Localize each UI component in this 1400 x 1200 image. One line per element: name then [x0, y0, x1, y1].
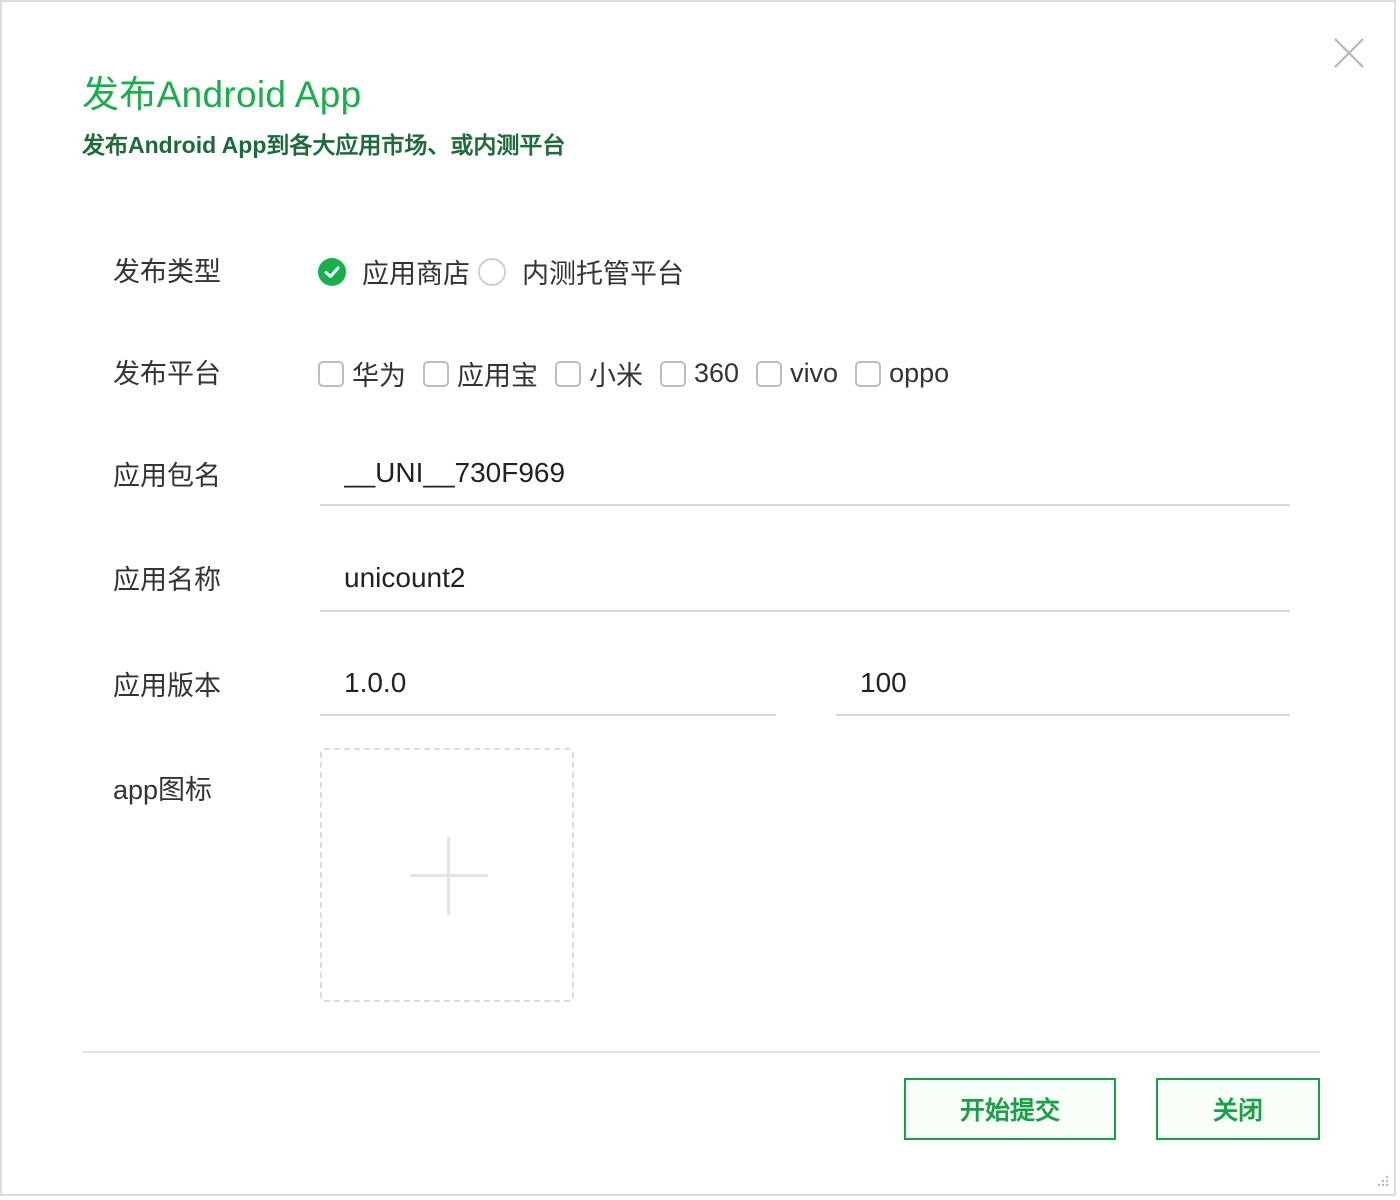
close-icon[interactable]	[1332, 36, 1366, 70]
checkbox-box[interactable]	[756, 360, 783, 387]
checkbox-vivo[interactable]: vivo	[756, 358, 855, 389]
checkbox-box[interactable]	[318, 360, 344, 387]
radio-label: 内测托管平台	[522, 259, 684, 289]
publish-dialog: 发布Android App 发布Android App到各大应用市场、或内测平台…	[0, 0, 1396, 1196]
radio-unchecked-icon[interactable]	[478, 257, 506, 286]
version-name-field	[320, 652, 776, 716]
close-button[interactable]: 关闭	[1156, 1078, 1320, 1140]
app-name-label: 应用名称	[113, 565, 221, 595]
icon-upload-area[interactable]	[320, 748, 574, 1002]
version-code-field	[836, 652, 1290, 716]
checkbox-label: oppo	[889, 358, 950, 388]
footer-divider	[82, 1051, 1320, 1053]
checkbox-label: 华为	[352, 361, 406, 391]
version-code-input[interactable]	[836, 652, 1290, 714]
app-icon-label: app图标	[113, 775, 213, 805]
radio-checked-icon[interactable]	[318, 257, 346, 286]
submit-button[interactable]: 开始提交	[904, 1078, 1116, 1140]
radio-beta-platform[interactable]: 内测托管平台	[478, 252, 692, 291]
checkbox-oppo[interactable]: oppo	[855, 358, 966, 389]
checkbox-xiaomi[interactable]: 小米	[555, 354, 660, 393]
dialog-title: 发布Android App	[82, 74, 362, 115]
checkbox-label: 小米	[589, 361, 643, 391]
checkbox-label: vivo	[790, 358, 839, 388]
checkbox-360[interactable]: 360	[660, 358, 756, 389]
checkbox-yingyongbao[interactable]: 应用宝	[423, 354, 555, 393]
version-label: 应用版本	[113, 671, 221, 701]
publish-type-label: 发布类型	[113, 257, 221, 287]
resize-grip-icon[interactable]	[1374, 1174, 1390, 1190]
app-name-field	[320, 546, 1290, 612]
checkbox-box[interactable]	[555, 360, 581, 387]
radio-app-store[interactable]: 应用商店	[318, 252, 478, 291]
platforms-checkbox-group: 华为 应用宝 小米 360 vivo oppo	[318, 354, 966, 393]
radio-label: 应用商店	[362, 259, 470, 289]
version-name-input[interactable]	[320, 652, 776, 714]
publish-type-radio-group: 应用商店 内测托管平台	[318, 252, 692, 291]
checkbox-box[interactable]	[423, 360, 449, 387]
checkbox-huawei[interactable]: 华为	[318, 354, 423, 393]
checkbox-label: 应用宝	[457, 361, 538, 391]
app-name-input[interactable]	[320, 546, 1290, 610]
package-name-label: 应用包名	[113, 461, 221, 491]
package-name-field	[320, 442, 1290, 506]
platforms-label: 发布平台	[113, 359, 221, 389]
checkbox-label: 360	[694, 358, 740, 388]
checkbox-box[interactable]	[855, 360, 882, 387]
checkbox-box[interactable]	[660, 360, 686, 387]
checkmark-icon	[324, 266, 340, 278]
dialog-subtitle: 发布Android App到各大应用市场、或内测平台	[82, 132, 566, 158]
package-name-input[interactable]	[320, 442, 1290, 504]
